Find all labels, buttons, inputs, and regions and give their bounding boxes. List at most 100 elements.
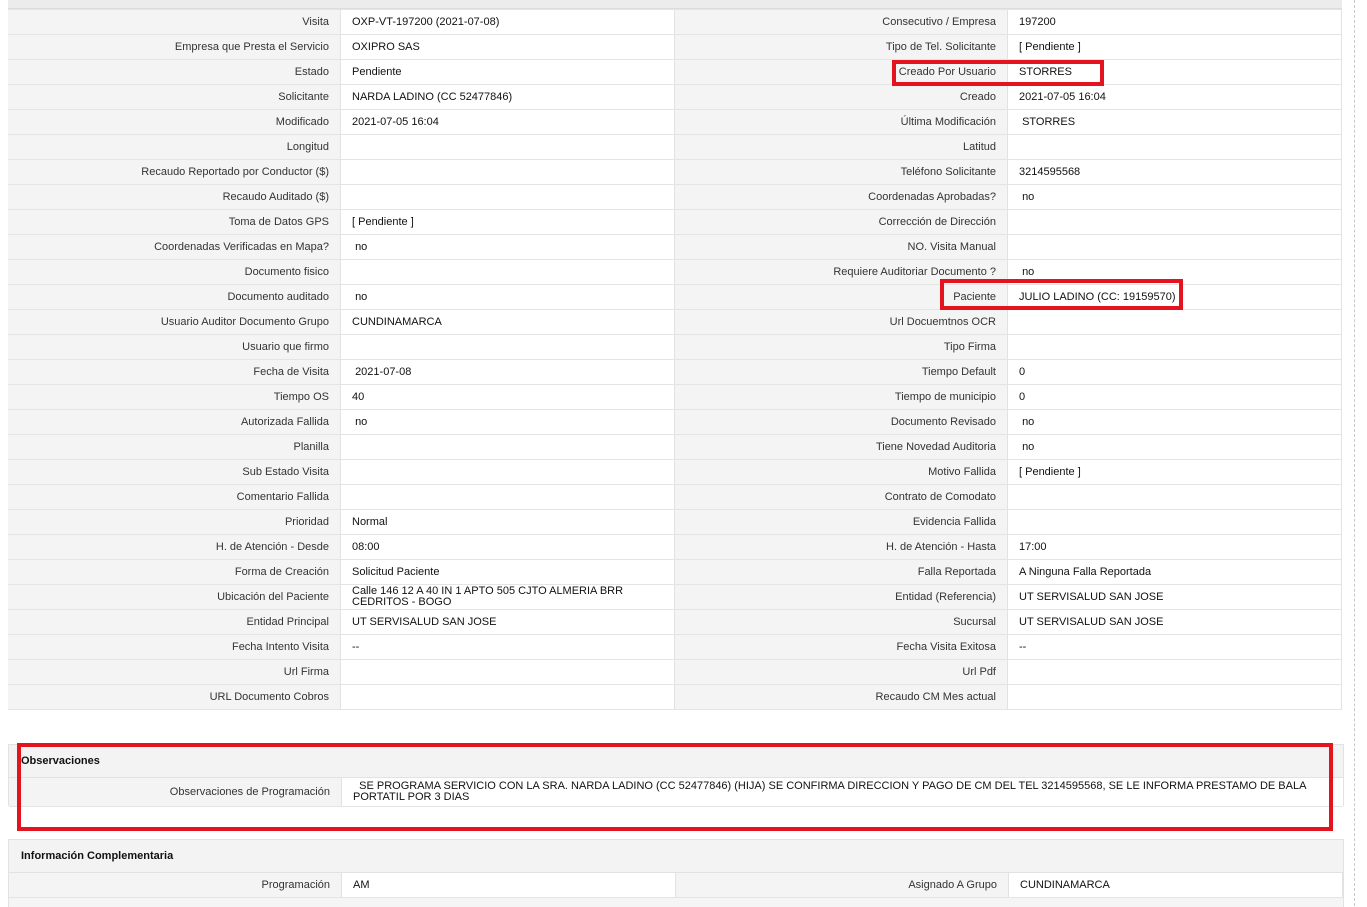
observaciones-label: Observaciones de Programación	[9, 778, 342, 806]
table-row: Entidad Principal UT SERVISALUD SAN JOSE S…	[8, 610, 1342, 635]
field-value: 3214595568	[1008, 160, 1342, 184]
field-value: no	[341, 235, 675, 259]
table-row: Planilla Tiene Novedad Auditoria no	[8, 435, 1342, 460]
table-row: URL Documento Cobros Recaudo CM Mes actua…	[8, 685, 1342, 710]
field-label: Recaudo Auditado ($)	[8, 185, 341, 209]
field-value: CUNDINAMARCA	[341, 310, 675, 334]
field-label: Fecha de Visita	[8, 360, 341, 384]
table-row: Comentario Fallida Contrato de Comodato	[8, 485, 1342, 510]
field-value	[341, 685, 675, 709]
table-row: Recaudo Reportado por Conductor ($) Teléf…	[8, 160, 1342, 185]
field-value: no	[341, 285, 675, 309]
field-value	[1008, 485, 1342, 509]
field-value: 17:00	[1008, 535, 1342, 559]
field-label: Comentario Fallida	[8, 485, 341, 509]
observaciones-section: Observaciones Observaciones de Programac…	[8, 744, 1344, 807]
scroll-guide	[1354, 0, 1355, 906]
field-label: Coordenadas Aprobadas?	[675, 185, 1008, 209]
table-row: Usuario que firmo Tipo Firma	[8, 335, 1342, 360]
field-value: 2021-07-05 16:04	[1008, 85, 1342, 109]
field-value: 0	[1008, 385, 1342, 409]
field-value	[1008, 335, 1342, 359]
field-label: Coordenadas Verificadas en Mapa?	[8, 235, 341, 259]
info-complementaria-title: Información Complementaria	[9, 840, 1343, 873]
field-value	[341, 485, 675, 509]
field-label: Falla Reportada	[675, 560, 1008, 584]
field-label: Tiempo Default	[675, 360, 1008, 384]
field-value: AM	[342, 873, 676, 897]
field-value: OXP-VT-197200 (2021-07-08)	[341, 10, 675, 34]
table-row: Toma de Datos GPS[ Pendiente ] Corrección…	[8, 210, 1342, 235]
field-value: no	[1008, 435, 1342, 459]
field-value: Normal	[341, 510, 675, 534]
table-row: Documento fisico Requiere Auditoriar Docu…	[8, 260, 1342, 285]
field-label: Consecutivo / Empresa	[675, 10, 1008, 34]
table-row: Prioridad Normal Evidencia Fallida	[8, 510, 1342, 535]
field-label: Estado	[8, 60, 341, 84]
field-value	[1008, 685, 1342, 709]
field-value: NARDA LADINO (CC 52477846)	[341, 85, 675, 109]
field-label: Prioridad	[8, 510, 341, 534]
field-value: A Ninguna Falla Reportada	[1008, 560, 1342, 584]
table-row: H. de Atención - Desde 08:00 H. de Atenció…	[8, 535, 1342, 560]
field-label: Modificado	[8, 110, 341, 134]
field-label: Tiene Novedad Auditoria	[675, 435, 1008, 459]
field-value: UT SERVISALUD SAN JOSE	[341, 610, 675, 634]
field-value	[1008, 135, 1342, 159]
field-label: Contrato de Comodato	[675, 485, 1008, 509]
field-value	[341, 335, 675, 359]
field-value: Solicitud Paciente	[341, 560, 675, 584]
table-row: Forma de Creación Solicitud Paciente Falla…	[8, 560, 1342, 585]
field-label: Visita	[8, 10, 341, 34]
field-label: Solicitante	[8, 85, 341, 109]
field-label: Entidad Principal	[8, 610, 341, 634]
field-label: Url Pdf	[675, 660, 1008, 684]
field-label: Planilla	[8, 435, 341, 459]
observaciones-title: Observaciones	[9, 745, 1343, 778]
field-value	[341, 185, 675, 209]
field-value: --	[341, 635, 675, 659]
field-label: Creado Por Usuario	[675, 60, 1008, 84]
table-row: Fecha de Visita 2021-07-08 Tiempo Default…	[8, 360, 1342, 385]
observaciones-value: SE PROGRAMA SERVICIO CON LA SRA. NARDA L…	[342, 778, 1343, 806]
field-label: Corrección de Dirección	[675, 210, 1008, 234]
field-value	[341, 160, 675, 184]
table-row: Fecha Intento Visita -- Fecha Visita Exito…	[8, 635, 1342, 660]
field-label: Recaudo CM Mes actual	[675, 685, 1008, 709]
table-row: Longitud Latitud	[8, 135, 1342, 160]
field-label: Fecha Intento Visita	[8, 635, 341, 659]
field-label: Tiempo OS	[8, 385, 341, 409]
field-label: Teléfono Solicitante	[675, 160, 1008, 184]
field-label: Longitud	[8, 135, 341, 159]
field-value: 2021-07-08	[341, 360, 675, 384]
field-label: Tipo Firma	[675, 335, 1008, 359]
field-value: no	[341, 410, 675, 434]
table-row: Sub Estado Visita Motivo Fallida[ Pendien…	[8, 460, 1342, 485]
field-label: Url Firma	[8, 660, 341, 684]
field-label: H. de Atención - Desde	[8, 535, 341, 559]
field-label: Programación	[9, 873, 342, 897]
field-value	[341, 260, 675, 284]
field-value: OXIPRO SAS	[341, 35, 675, 59]
field-label: Requiere Auditoriar Documento ?	[675, 260, 1008, 284]
field-value: 08:00	[341, 535, 675, 559]
field-value	[1008, 310, 1342, 334]
table-row: Modificado 2021-07-05 16:04 Última Modific…	[8, 110, 1342, 135]
field-value: [ Pendiente ]	[341, 210, 675, 234]
visit-details-table: Visita OXP-VT-197200 (2021-07-08) Consecut…	[8, 9, 1342, 710]
field-label: URL Documento Cobros	[8, 685, 341, 709]
field-label: Asignado A Grupo	[676, 873, 1009, 897]
field-label: Toma de Datos GPS	[8, 210, 341, 234]
field-label: Entidad (Referencia)	[675, 585, 1008, 609]
field-value: 2021-07-05 16:04	[341, 110, 675, 134]
field-value: STORRES	[1008, 110, 1342, 134]
table-row: Estado Pendiente Creado Por Usuario STORRES	[8, 60, 1342, 85]
table-row: Tiempo OS 40 Tiempo de municipio 0	[8, 385, 1342, 410]
table-row: Programación AM Asignado A Grupo CUNDINA…	[9, 873, 1343, 898]
field-value: CUNDINAMARCA	[1009, 873, 1343, 897]
field-label: Forma de Creación	[8, 560, 341, 584]
field-value	[1008, 235, 1342, 259]
field-label: Documento auditado	[8, 285, 341, 309]
field-label: NO. Visita Manual	[675, 235, 1008, 259]
field-value: no	[1008, 185, 1342, 209]
